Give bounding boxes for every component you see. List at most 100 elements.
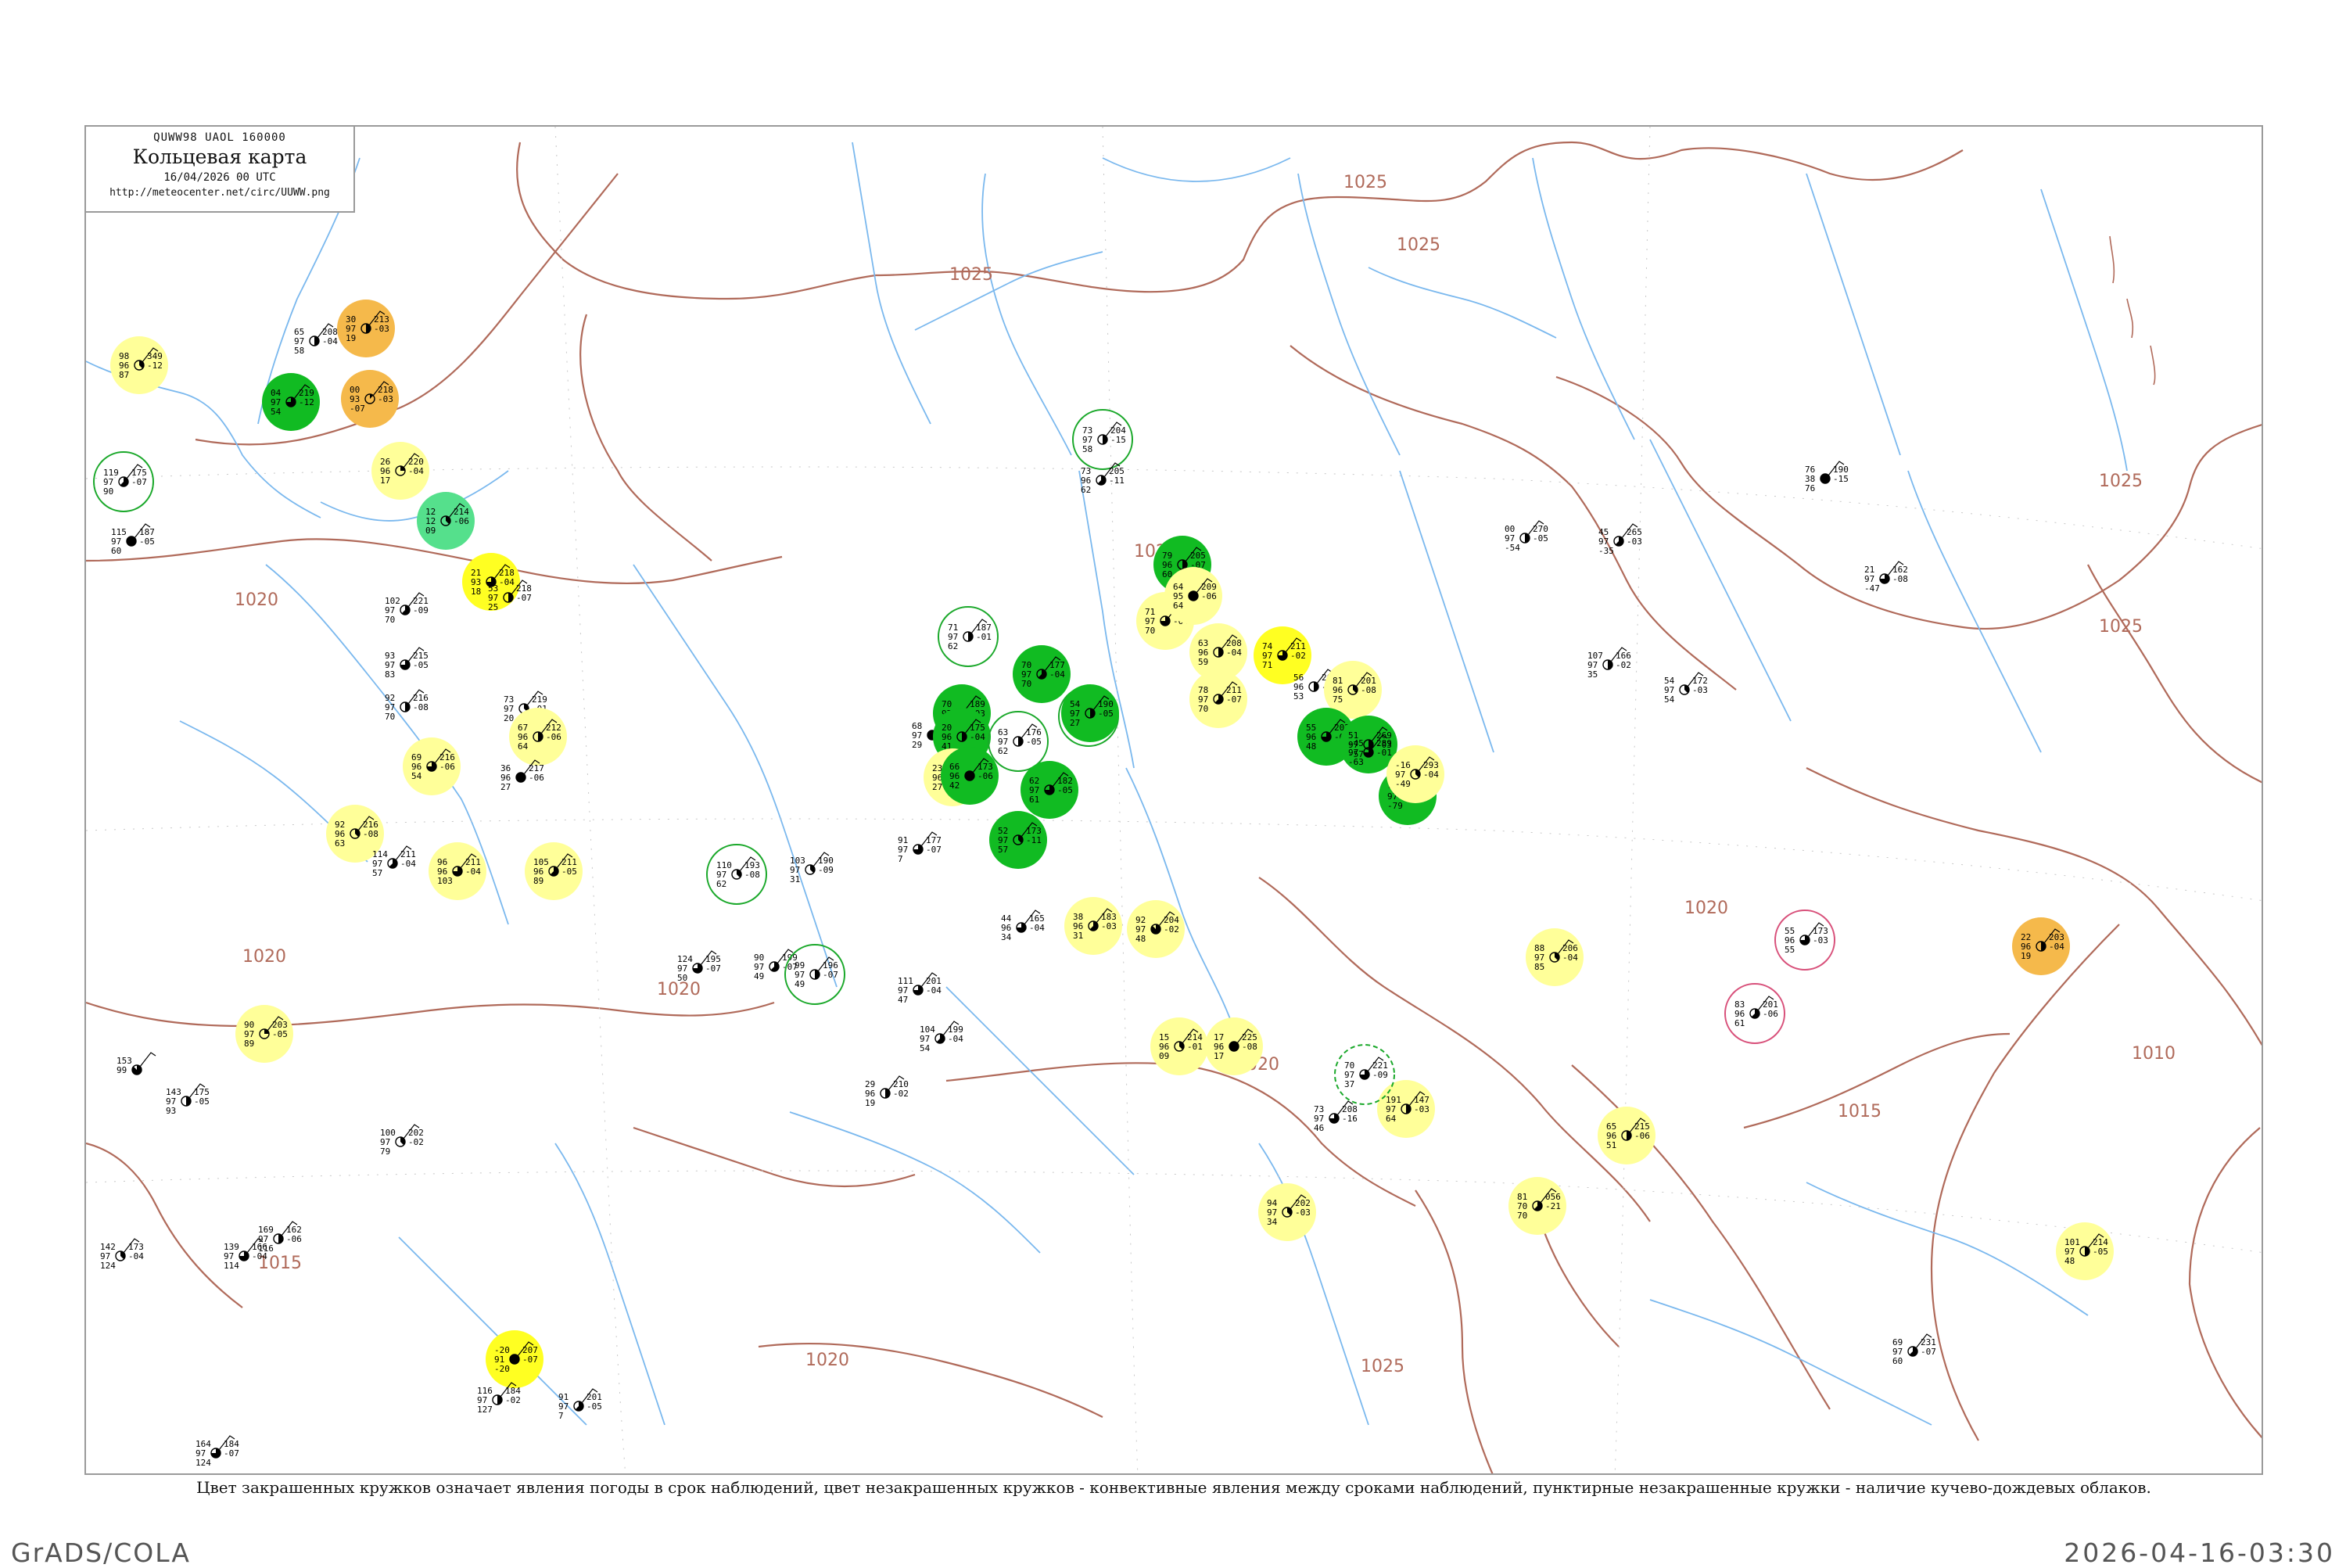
map-url[interactable]: http://meteocenter.net/circ/UUWW.png bbox=[86, 187, 353, 199]
isobar-lines bbox=[86, 141, 2262, 1473]
station-value: 29 bbox=[912, 740, 922, 750]
station-value: 27 bbox=[1070, 718, 1080, 728]
isobar-label: 1020 bbox=[235, 590, 278, 610]
station-value: 89 bbox=[533, 876, 543, 886]
station-value: -07 bbox=[224, 1448, 239, 1459]
station-value: 19 bbox=[2021, 951, 2031, 961]
station-value: 62 bbox=[998, 746, 1008, 756]
station-value: 127 bbox=[477, 1405, 493, 1415]
station-value: 61 bbox=[1029, 795, 1039, 805]
station-value: 64 bbox=[518, 741, 529, 752]
station-plot: 36 21796 -0627 bbox=[500, 759, 544, 792]
station-value: -07 bbox=[926, 845, 942, 855]
station-value: 70 bbox=[385, 615, 395, 625]
station-value: -04 bbox=[322, 336, 338, 346]
station-value: -05 bbox=[2093, 1247, 2108, 1257]
station-value: -15 bbox=[1833, 474, 1849, 484]
station-plot: 90 20397 -0589 bbox=[235, 1005, 293, 1063]
station-value: -05 bbox=[561, 867, 577, 877]
station-value: 7 bbox=[558, 1411, 564, 1421]
station-value: -05 bbox=[1026, 737, 1042, 747]
station-plot: 22 20396 -0419 bbox=[2012, 917, 2070, 975]
station-plot: -20 20791 -07-20 bbox=[486, 1330, 543, 1388]
station-plot: 93 21597 -0583 bbox=[385, 647, 429, 680]
station-value: 50 bbox=[677, 973, 687, 983]
footer-software: GrADS/COLA bbox=[11, 1538, 191, 1568]
station-plot: 70 17797 -0470 bbox=[1013, 645, 1071, 703]
station-value: 103 bbox=[437, 876, 453, 886]
station-value: 62 bbox=[948, 641, 958, 651]
station-value: -01 bbox=[1187, 1042, 1203, 1052]
station-value: -11 bbox=[1026, 835, 1042, 845]
station-value: -15 bbox=[1110, 435, 1126, 445]
wind-barb-icon bbox=[139, 1052, 156, 1067]
station-value: -04 bbox=[465, 867, 481, 877]
isobar-label: 1020 bbox=[805, 1351, 849, 1370]
station-value: -03 bbox=[1627, 536, 1642, 547]
station-value: 46 bbox=[1314, 1123, 1324, 1133]
station-value: -08 bbox=[1242, 1042, 1257, 1052]
station-plot: -16 29397 -04-49 bbox=[1386, 745, 1444, 803]
station-value: 60 bbox=[111, 546, 121, 556]
station-value: 31 bbox=[790, 874, 800, 884]
station-plot: 12 21412 -0609 bbox=[417, 492, 475, 550]
station-value: -04 bbox=[499, 577, 515, 587]
station-value: 20 bbox=[504, 713, 514, 723]
station-value: -16 bbox=[1342, 1114, 1358, 1124]
station-plot: 67 21296 -0664 bbox=[509, 708, 567, 766]
station-plot: 191 14797 -0364 bbox=[1377, 1080, 1435, 1138]
station-value: 63 bbox=[335, 838, 345, 849]
station-value: 79 bbox=[380, 1146, 390, 1157]
station-value: 54 bbox=[271, 407, 282, 417]
station-plot: 94 20297 -0334 bbox=[1258, 1183, 1316, 1241]
station-plot: 115 18797 -0560 bbox=[111, 523, 155, 556]
station-plot: 69 21696 -0654 bbox=[403, 737, 461, 795]
isobar-label: 1010 bbox=[2132, 1044, 2176, 1064]
station-value: 93 bbox=[166, 1106, 176, 1116]
station-value: 27 bbox=[932, 782, 942, 792]
station-value: -06 bbox=[546, 732, 561, 742]
station-plot: 104 19997 -0454 bbox=[920, 1021, 963, 1053]
station-plot: 124 19597 -0750 bbox=[677, 950, 721, 983]
station-value: 70 bbox=[1145, 626, 1155, 636]
station-value: -01 bbox=[1376, 748, 1392, 758]
station-plot: 116 18497 -02127 bbox=[477, 1382, 521, 1415]
station-value: -02 bbox=[893, 1089, 909, 1099]
station-plot: 90 19997 -0749 bbox=[754, 949, 798, 981]
station-plot: 107 16697 -0235 bbox=[1587, 647, 1631, 680]
station-plot: 73 20897 -1646 bbox=[1314, 1100, 1358, 1133]
station-value: -02 bbox=[1164, 924, 1179, 935]
station-value: -03 bbox=[378, 394, 393, 404]
station-value: 19 bbox=[346, 333, 356, 343]
isobar-label-group: 1025 1025 1025 1025 1020 1020 1020 1020 … bbox=[235, 173, 2176, 1376]
station-value: -09 bbox=[1372, 1070, 1388, 1080]
station-value: -06 bbox=[1634, 1131, 1650, 1141]
station-value: 19 bbox=[865, 1098, 875, 1108]
station-value: 71 bbox=[1262, 660, 1272, 670]
station-plot: 55 17396 -0355 bbox=[1774, 910, 1835, 971]
station-value: -04 bbox=[926, 985, 942, 996]
station-value: 58 bbox=[294, 346, 304, 356]
station-value: -02 bbox=[408, 1137, 424, 1147]
station-value: 85 bbox=[1534, 962, 1544, 972]
station-plot: 38 18396 -0331 bbox=[1064, 897, 1122, 955]
station-value: 55 bbox=[1785, 945, 1795, 955]
station-value: 53 bbox=[1293, 691, 1304, 701]
station-plot: 29 21096 -0219 bbox=[865, 1075, 909, 1108]
station-plot: 102 22197 -0970 bbox=[385, 592, 429, 625]
station-value: -04 bbox=[252, 1251, 267, 1261]
station-plot: 15399 bbox=[117, 1052, 156, 1075]
station-plot: 96 21196 -04103 bbox=[429, 842, 486, 900]
station-value: -01 bbox=[976, 632, 992, 642]
isobar-label: 1025 bbox=[1397, 235, 1440, 255]
map-caption: Цвет закрашенных кружков означает явлени… bbox=[196, 1478, 2151, 1497]
station-value: -07 bbox=[522, 1355, 538, 1365]
station-value: 70 bbox=[385, 712, 395, 722]
station-plot: 71 18797 -0162 bbox=[938, 606, 999, 667]
station-plot: 91 20197 -057 bbox=[558, 1388, 602, 1421]
station-value: 60 bbox=[1892, 1356, 1903, 1366]
station-value: 34 bbox=[1267, 1217, 1278, 1227]
station-value: 62 bbox=[716, 879, 726, 889]
station-plot: 26 22096 -0417 bbox=[371, 442, 429, 500]
station-value: 25 bbox=[488, 602, 498, 612]
